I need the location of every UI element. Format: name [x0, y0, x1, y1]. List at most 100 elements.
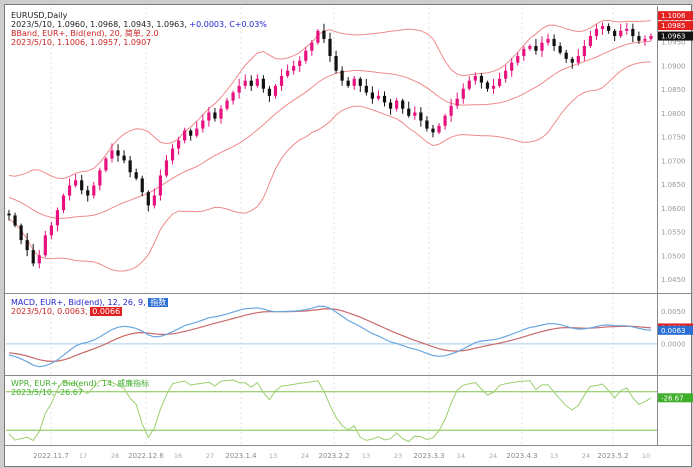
bear-candle: [358, 78, 362, 86]
macd-signal-line: [8, 308, 652, 363]
time-tick-major: 2023.5.2: [597, 452, 628, 460]
bear-candle: [116, 150, 120, 156]
bull-candle: [516, 55, 520, 63]
time-tick-minor: 13: [550, 452, 558, 460]
bull-candle: [540, 42, 544, 51]
bear-candle: [570, 58, 574, 63]
time-tick-minor: 24: [582, 452, 590, 460]
bull-candle: [231, 92, 235, 101]
price-chip: 1.0963: [658, 31, 693, 41]
bull-candle: [522, 48, 526, 56]
bull-candle: [279, 75, 284, 86]
price-tick-label: 1.0550: [661, 229, 686, 237]
main-panel-labels: EURUSD,Daily 2023/5/10, 1.0960, 1.0968, …: [11, 11, 267, 47]
bear-candle: [388, 102, 393, 109]
bull-candle: [576, 55, 580, 63]
bull-candle: [455, 98, 459, 106]
macd-values-label: 2023/5/10, 0.0063, 0.0066: [11, 307, 123, 316]
bear-candle: [7, 213, 11, 216]
bull-candle: [61, 195, 66, 211]
bear-candle: [607, 26, 611, 31]
bull-candle: [237, 85, 241, 93]
bear-candle: [322, 30, 326, 39]
bull-candle: [67, 185, 72, 196]
bull-candle: [201, 120, 205, 129]
trading-terminal-window: 1.10001.09501.09001.08501.08001.07501.07…: [0, 0, 693, 468]
bull-candle: [152, 195, 156, 206]
price-tick-label: 1.0700: [661, 157, 686, 165]
bull-candle: [243, 80, 247, 86]
bear-candle: [431, 128, 435, 133]
time-tick-minor: 24: [301, 452, 309, 460]
bull-candle: [600, 26, 605, 29]
bear-candle: [86, 190, 90, 196]
time-tick-minor: 27: [206, 452, 214, 460]
bear-candle: [25, 240, 29, 251]
bear-candle: [31, 250, 35, 264]
bear-candle: [382, 95, 387, 103]
bull-candle: [546, 38, 550, 43]
bull-candle: [395, 100, 399, 109]
bull-candle: [461, 88, 465, 99]
bear-candle: [631, 28, 635, 37]
bull-candle: [437, 125, 441, 133]
time-tick-major: 2023.2.2: [318, 452, 349, 460]
bull-candle: [92, 185, 96, 196]
bull-candle: [594, 28, 599, 37]
bull-candle: [491, 85, 496, 89]
svg-text:1.0985: 1.0985: [661, 22, 686, 30]
price-tick-label: 1.0800: [661, 110, 686, 118]
bear-candle: [128, 160, 132, 173]
bull-candle: [316, 30, 320, 43]
bear-candle: [19, 225, 23, 241]
bear-candle: [485, 82, 490, 89]
time-tick-major: 2023.4.3: [506, 452, 537, 460]
bull-candle: [467, 80, 471, 89]
svg-text:0.0063: 0.0063: [661, 327, 686, 335]
bear-candle: [419, 112, 423, 121]
price-chip: 1.0985: [658, 21, 693, 31]
bull-candle: [292, 65, 296, 71]
bull-candle: [104, 158, 108, 171]
macd-method-chip: 指数: [148, 298, 169, 307]
bull-candle: [304, 50, 308, 61]
bear-candle: [334, 55, 338, 71]
bull-candle: [376, 95, 381, 99]
bear-candle: [340, 70, 344, 81]
bear-candle: [140, 178, 144, 193]
price-chip: 1.1006: [658, 11, 693, 21]
bear-candle: [80, 180, 84, 191]
bull-candle: [286, 70, 290, 76]
bull-candle: [273, 85, 278, 96]
bear-candle: [364, 85, 368, 93]
chart-frame: 1.10001.09501.09001.08501.08001.07501.07…: [4, 4, 693, 467]
bear-candle: [401, 100, 405, 109]
bull-candle: [183, 130, 187, 141]
bear-candle: [328, 38, 332, 56]
price-tick-label: 1.0750: [661, 134, 686, 142]
bear-candle: [552, 38, 556, 47]
bull-candle: [55, 210, 60, 226]
bear-candle: [479, 75, 484, 83]
bull-candle: [619, 30, 623, 37]
price-tick-label: 1.0900: [661, 62, 686, 70]
bear-candle: [564, 52, 568, 59]
bear-candle: [425, 120, 429, 129]
bear-candle: [189, 130, 193, 136]
svg-text:1.0963: 1.0963: [661, 33, 686, 41]
bear-candle: [134, 172, 138, 179]
bull-candle: [473, 75, 477, 81]
price-tick-label: 1.0600: [661, 205, 686, 213]
svg-text:1.1006: 1.1006: [661, 12, 686, 20]
macd-settings-label: MACD, EUR+, Bid(end), 12, 26, 9, 指数: [11, 298, 169, 307]
time-tick-minor: 28: [111, 452, 119, 460]
bull-candle: [504, 70, 508, 79]
bull-candle: [497, 78, 502, 86]
time-tick-minor: 10: [642, 452, 650, 460]
time-tick-major: 2022.12.6: [128, 452, 164, 460]
bull-candle: [164, 160, 169, 176]
time-tick-minor: 23: [394, 452, 402, 460]
bull-candle: [310, 42, 314, 51]
macd-value-chip: 0.0066: [90, 307, 123, 316]
bollinger-values-label: 2023/5/10, 1.1006, 1.0957, 1.0907: [11, 38, 152, 47]
